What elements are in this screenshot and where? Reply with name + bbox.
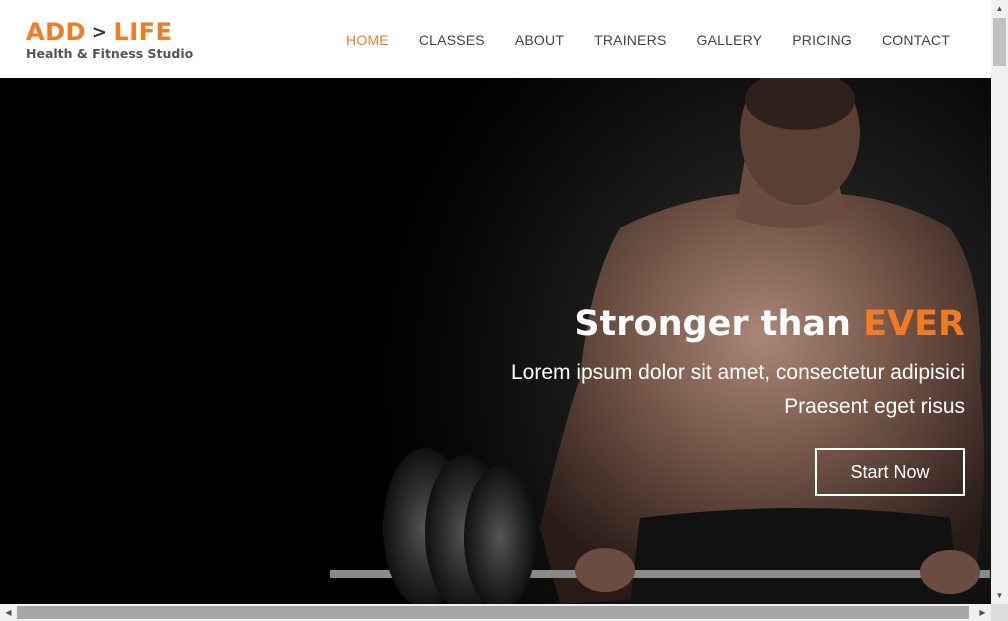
nav-about[interactable]: ABOUT xyxy=(515,30,564,50)
horizontal-scrollbar[interactable]: ◀ ▶ xyxy=(0,604,991,621)
nav-gallery[interactable]: GALLERY xyxy=(696,30,762,50)
triangle-right-icon[interactable]: ▶ xyxy=(974,604,991,621)
logo-word-add: ADD xyxy=(26,18,86,46)
nav-home[interactable]: HOME xyxy=(346,30,389,50)
vertical-scroll-thumb[interactable] xyxy=(993,18,1006,66)
site-logo[interactable]: ADD > LIFE Health & Fitness Studio xyxy=(26,17,196,65)
hero-caption: Stronger than EVER Lorem ipsum dolor sit… xyxy=(510,302,965,496)
logo-word-life: LIFE xyxy=(113,18,173,46)
triangle-down-icon[interactable]: ▼ xyxy=(991,587,1008,604)
hero-headline: Stronger than EVER xyxy=(511,302,965,346)
hero-banner: Stronger than EVER Lorem ipsum dolor sit… xyxy=(0,78,991,604)
hero-text-line-2: Praesent eget risus xyxy=(784,395,965,418)
vertical-scrollbar[interactable]: ▲ ▼ xyxy=(991,0,1008,604)
logo-tagline: Health & Fitness Studio xyxy=(26,46,194,61)
browser-viewport: ADD > LIFE Health & Fitness Studio HOME CL… xyxy=(0,0,991,604)
site-header: ADD > LIFE Health & Fitness Studio HOME CL… xyxy=(0,0,991,78)
nav-pricing[interactable]: PRICING xyxy=(792,30,852,50)
main-nav: HOME CLASSES ABOUT TRAINERS GALLERY PRIC… xyxy=(316,30,950,50)
nav-trainers[interactable]: TRAINERS xyxy=(594,30,666,50)
hero-headline-accent: EVER xyxy=(863,304,965,344)
triangle-up-icon[interactable]: ▲ xyxy=(991,0,1008,17)
logo-arrow-icon: > xyxy=(91,22,108,43)
triangle-left-icon[interactable]: ◀ xyxy=(0,604,17,621)
hero-text-line-1: Lorem ipsum dolor sit amet, consectetur … xyxy=(510,361,965,384)
hero-headline-main: Stronger than xyxy=(574,304,851,344)
nav-classes[interactable]: CLASSES xyxy=(419,30,485,50)
scrollbar-corner xyxy=(991,604,1008,621)
start-now-button[interactable]: Start Now xyxy=(815,448,965,496)
horizontal-scroll-thumb[interactable] xyxy=(17,606,969,619)
nav-contact[interactable]: CONTACT xyxy=(882,30,950,50)
